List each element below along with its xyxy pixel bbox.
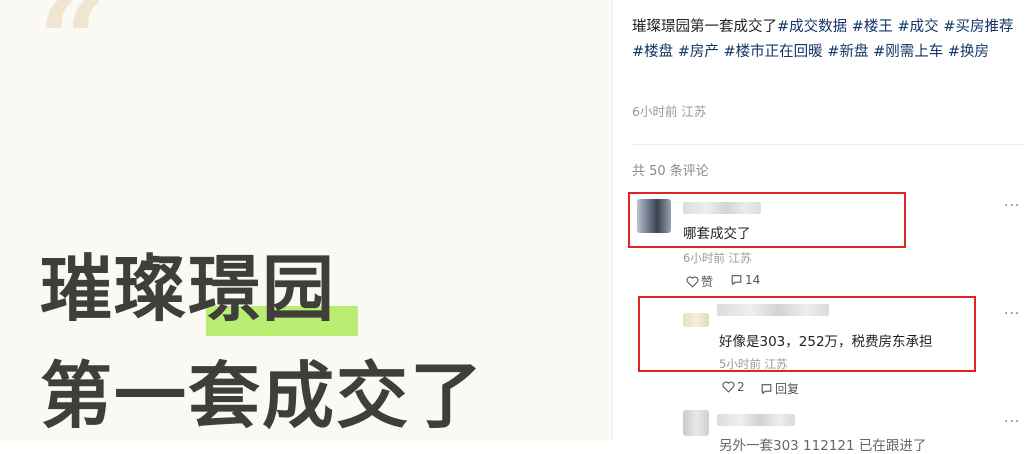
comment-icon — [731, 275, 742, 286]
heart-icon — [686, 276, 699, 288]
like-button[interactable]: 2 — [722, 380, 745, 394]
comment-icon — [761, 384, 772, 395]
comment-text: 另外一套303 112121 已在跟进了 — [719, 438, 927, 454]
tag-link[interactable]: #楼市正在回暖 — [724, 44, 823, 60]
poster-title-part-b: 璟园 — [188, 247, 337, 331]
more-icon[interactable]: ··· — [1004, 198, 1020, 214]
username-blurred[interactable] — [717, 304, 829, 316]
quote-mark-icon: “ — [38, 0, 106, 110]
comment-meta: 6小时前 江苏 — [683, 251, 752, 265]
avatar[interactable] — [683, 410, 709, 436]
more-icon[interactable]: ··· — [1004, 414, 1020, 430]
reply-button[interactable]: 回复 — [760, 380, 799, 397]
poster-title-line2: 第一套成交了 — [40, 354, 485, 438]
comment-count: 共 50 条评论 — [632, 164, 709, 179]
tag-link[interactable]: #成交 — [898, 19, 939, 35]
post-text: 璀璨璟园第一套成交了 — [632, 19, 777, 35]
tag-link[interactable]: #刚需上车 — [873, 44, 943, 60]
like-label: 赞 — [701, 275, 714, 289]
poster-title-line1: 璀璨璟园 — [40, 253, 336, 325]
comment-text: 哪套成交了 — [683, 226, 751, 242]
comment-meta: 5小时前 江苏 — [719, 357, 788, 371]
avatar[interactable] — [637, 199, 671, 233]
heart-icon — [722, 381, 735, 393]
tag-link[interactable]: #房产 — [678, 44, 719, 60]
tag-link[interactable]: #买房推荐 — [943, 19, 1013, 35]
reply-count: 14 — [745, 273, 761, 287]
avatar[interactable] — [683, 313, 709, 327]
comment-text: 好像是303，252万，税费房东承担 — [719, 334, 933, 350]
tag-link[interactable]: #成交数据 — [777, 19, 847, 35]
tag-link[interactable]: #换房 — [948, 44, 989, 60]
post-description: 璀璨璟园第一套成交了#成交数据 #楼王 #成交 #买房推荐 #楼盘 #房产 #楼… — [632, 15, 1024, 64]
poster-image: “ 璀璨璟园 第一套成交了 — [0, 0, 612, 441]
like-button[interactable]: 赞 — [686, 273, 713, 290]
more-icon[interactable]: ··· — [1004, 306, 1020, 322]
like-count: 2 — [737, 380, 745, 394]
post-meta: 6小时前 江苏 — [632, 104, 707, 119]
tag-link[interactable]: #楼盘 — [632, 44, 673, 60]
divider — [612, 0, 613, 441]
username-blurred[interactable] — [717, 414, 795, 426]
reply-label: 回复 — [775, 382, 800, 396]
reply-button[interactable]: 14 — [730, 273, 760, 287]
tag-link[interactable]: #楼王 — [852, 19, 893, 35]
tag-link[interactable]: #新盘 — [827, 44, 868, 60]
username-blurred[interactable] — [683, 202, 761, 214]
separator — [632, 144, 1024, 145]
poster-title-part-a: 璀璨 — [40, 247, 189, 331]
